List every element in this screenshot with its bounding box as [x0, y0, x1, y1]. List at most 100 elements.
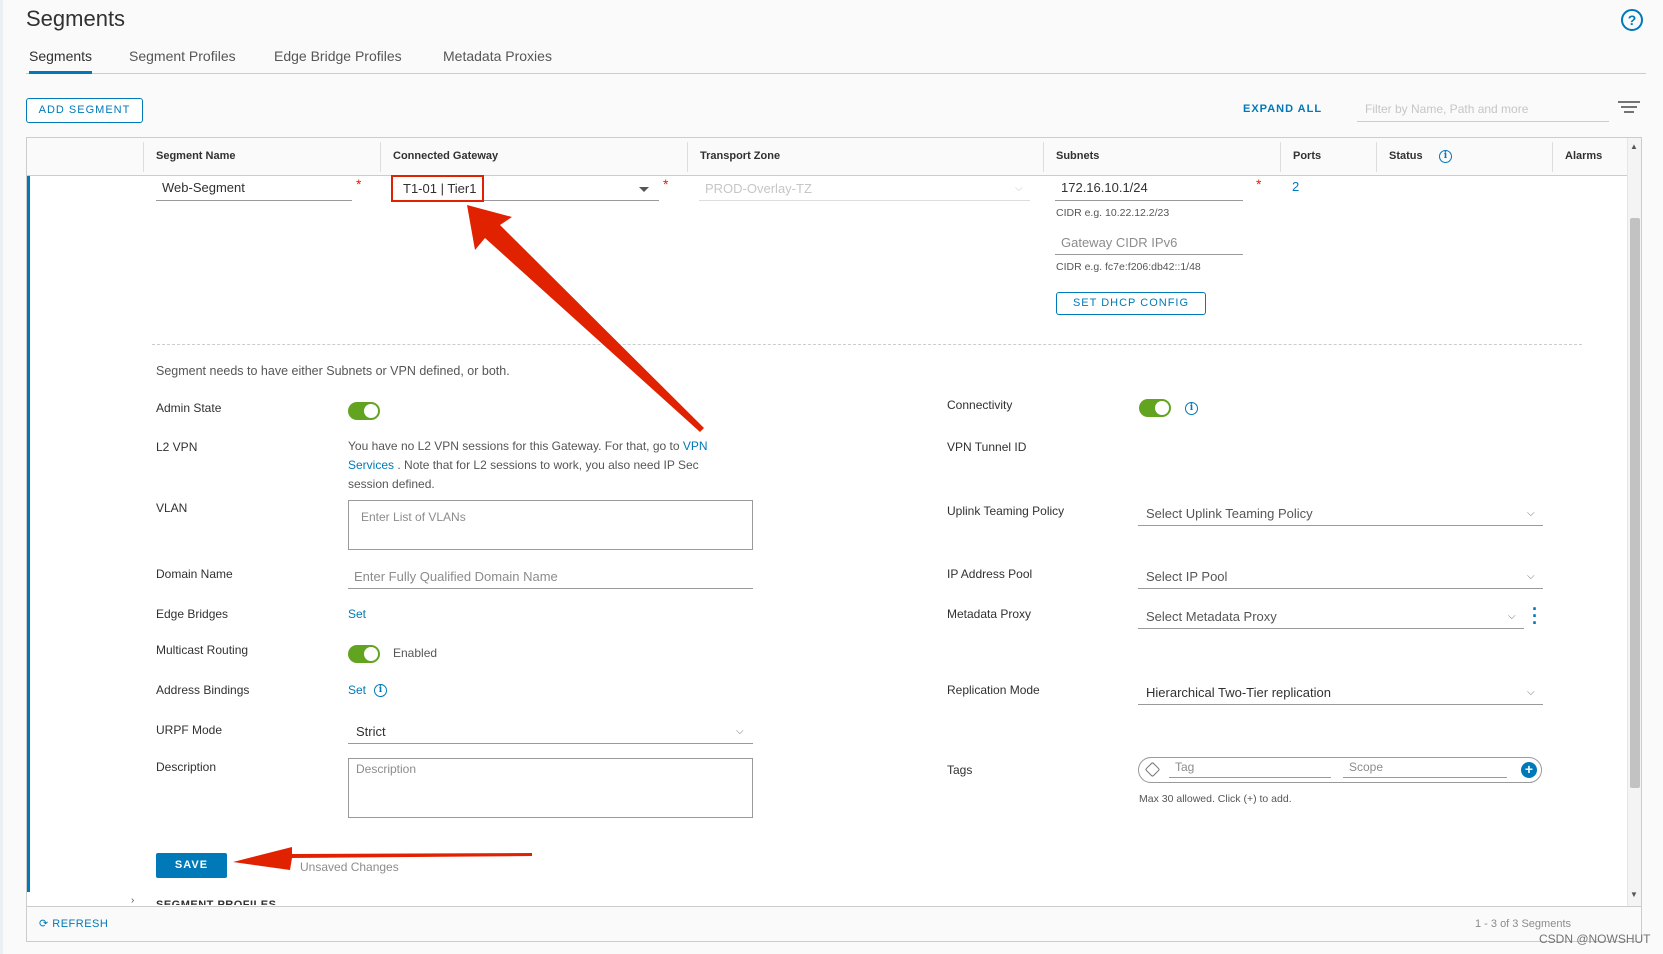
- edge-bridges-set-link[interactable]: Set: [348, 607, 366, 621]
- ip-pool-select[interactable]: Select IP Pool: [1138, 564, 1543, 589]
- metadata-proxy-label: Metadata Proxy: [947, 607, 1032, 621]
- metadata-proxy-select[interactable]: Select Metadata Proxy: [1138, 604, 1524, 629]
- scroll-thumb[interactable]: [1630, 218, 1640, 788]
- chevron-down-icon[interactable]: ⌵: [1508, 611, 1516, 622]
- pagination-text: 1 - 3 of 3 Segments: [1475, 918, 1571, 930]
- replication-mode-label: Replication Mode: [947, 683, 1040, 697]
- scroll-down-icon[interactable]: ▼: [1630, 890, 1638, 899]
- uplink-teaming-label: Uplink Teaming Policy: [947, 504, 1065, 518]
- scope-input[interactable]: Scope: [1343, 760, 1507, 778]
- unsaved-changes-text: Unsaved Changes: [300, 860, 399, 874]
- ip-address-pool-label: IP Address Pool: [947, 567, 1033, 581]
- uplink-teaming-select[interactable]: Select Uplink Teaming Policy: [1138, 501, 1543, 526]
- tab-segment-profiles[interactable]: Segment Profiles: [129, 48, 236, 74]
- description-label: Description: [156, 760, 217, 774]
- chevron-down-icon[interactable]: ⌵: [1527, 571, 1535, 582]
- vpn-tunnel-id-label: VPN Tunnel ID: [947, 440, 1027, 454]
- chevron-right-icon[interactable]: ›: [131, 895, 134, 906]
- scroll-up-icon[interactable]: ▲: [1630, 142, 1638, 151]
- connectivity-info-icon[interactable]: i: [1185, 402, 1198, 415]
- add-tag-plus-icon[interactable]: +: [1521, 762, 1537, 778]
- urpf-mode-label: URPF Mode: [156, 723, 223, 737]
- tab-bar: Segments Segment Profiles Edge Bridge Pr…: [26, 44, 1646, 74]
- column-header-alarms[interactable]: Alarms: [1565, 150, 1602, 162]
- add-segment-button[interactable]: ADD SEGMENT: [26, 98, 143, 123]
- l2vpn-text: session defined.: [348, 477, 435, 491]
- segment-profiles-section-header[interactable]: SEGMENT PROFILES: [156, 897, 276, 905]
- multicast-routing-toggle[interactable]: [348, 645, 380, 663]
- filter-icon[interactable]: [1618, 101, 1640, 115]
- section-divider: [152, 344, 1582, 345]
- ipv6-hint: CIDR e.g. fc7e:f206:db42::1/48: [1056, 261, 1201, 273]
- subnet-input[interactable]: 172.16.10.1/24: [1055, 176, 1243, 201]
- l2vpn-message: You have no L2 VPN sessions for this Gat…: [348, 437, 748, 494]
- save-button[interactable]: SAVE: [156, 853, 227, 878]
- filter-input[interactable]: [1357, 96, 1609, 122]
- multicast-status: Enabled: [393, 646, 438, 660]
- chevron-down-icon[interactable]: ⌵: [1527, 508, 1535, 519]
- chevron-down-icon[interactable]: [639, 187, 649, 192]
- admin-state-toggle[interactable]: [348, 402, 380, 420]
- tab-metadata-proxies[interactable]: Metadata Proxies: [443, 48, 552, 74]
- tag-icon: [1144, 761, 1161, 778]
- nsx-segments-page: Segments ? Segments Segment Profiles Edg…: [0, 0, 1663, 954]
- domain-name-label: Domain Name: [156, 567, 233, 581]
- tab-edge-bridge-profiles[interactable]: Edge Bridge Profiles: [274, 48, 402, 74]
- set-dhcp-config-button[interactable]: SET DHCP CONFIG: [1056, 292, 1206, 315]
- tab-segments[interactable]: Segments: [29, 48, 93, 74]
- services-link[interactable]: Services: [348, 458, 394, 472]
- chevron-down-icon[interactable]: ⌵: [1527, 687, 1535, 698]
- column-separator: [1280, 142, 1281, 172]
- l2vpn-text: . Note that for L2 sessions to work, you…: [397, 458, 699, 472]
- tags-hint: Max 30 allowed. Click (+) to add.: [1139, 793, 1292, 805]
- grid-scrollbar[interactable]: ▲ ▼: [1627, 138, 1641, 906]
- transport-zone-select: PROD-Overlay-TZ: [699, 176, 1030, 201]
- subnet-hint: CIDR e.g. 10.22.12.2/23: [1056, 207, 1170, 219]
- vpn-link[interactable]: VPN: [683, 439, 708, 453]
- required-marker: *: [356, 176, 362, 192]
- segment-name-input[interactable]: Web-Segment: [156, 176, 352, 201]
- column-header-ports[interactable]: Ports: [1293, 150, 1321, 162]
- grid-header: Segment Name Connected Gateway Transport…: [27, 138, 1627, 176]
- edge-bridges-label: Edge Bridges: [156, 607, 229, 621]
- tags-input-group: Tag Scope +: [1138, 757, 1542, 783]
- refresh-button[interactable]: ⟳ REFRESH: [39, 917, 108, 930]
- multicast-routing-label: Multicast Routing: [156, 643, 249, 657]
- connectivity-label: Connectivity: [947, 398, 1013, 412]
- left-edge: [0, 0, 3, 954]
- column-header-subnets[interactable]: Subnets: [1056, 150, 1099, 162]
- l2vpn-label: L2 VPN: [156, 440, 198, 454]
- column-separator: [1552, 142, 1553, 172]
- column-separator: [143, 142, 144, 172]
- required-marker: *: [663, 176, 669, 192]
- urpf-mode-select[interactable]: Strict: [348, 720, 753, 744]
- domain-name-input[interactable]: Enter Fully Qualified Domain Name: [348, 565, 753, 589]
- connectivity-toggle[interactable]: [1139, 399, 1171, 417]
- expand-all-button[interactable]: EXPAND ALL: [1243, 103, 1322, 115]
- address-bindings-set-link[interactable]: Set: [348, 683, 366, 697]
- vlan-label: VLAN: [156, 501, 188, 515]
- chevron-down-icon[interactable]: ⌵: [736, 726, 744, 737]
- address-bindings-info-icon[interactable]: i: [374, 684, 387, 697]
- l2vpn-text: You have no L2 VPN sessions for this Gat…: [348, 439, 680, 453]
- question-circle-icon[interactable]: ?: [1621, 9, 1643, 31]
- column-header-segment-name[interactable]: Segment Name: [156, 150, 235, 162]
- replication-mode-select[interactable]: Hierarchical Two-Tier replication: [1138, 680, 1543, 705]
- description-input[interactable]: Description: [348, 758, 753, 818]
- column-header-connected-gateway[interactable]: Connected Gateway: [393, 150, 498, 162]
- watermark-text: CSDN @NOWSHUT: [1539, 932, 1651, 946]
- more-vertical-icon[interactable]: · · ·: [1532, 600, 1538, 632]
- tag-input[interactable]: Tag: [1169, 760, 1331, 778]
- vlan-input[interactable]: Enter List of VLANs: [348, 500, 753, 550]
- page-title: Segments: [26, 6, 126, 31]
- admin-state-label: Admin State: [156, 401, 222, 415]
- column-separator: [380, 142, 381, 172]
- column-header-transport-zone[interactable]: Transport Zone: [700, 150, 780, 162]
- column-header-status[interactable]: Status: [1389, 150, 1423, 162]
- column-separator: [1043, 142, 1044, 172]
- ipv6-gateway-input[interactable]: Gateway CIDR IPv6: [1055, 230, 1243, 255]
- status-info-icon[interactable]: i: [1439, 150, 1452, 163]
- ports-count-link[interactable]: 2: [1292, 179, 1299, 194]
- subnet-vpn-notice: Segment needs to have either Subnets or …: [156, 364, 510, 378]
- expanded-row-indicator: [27, 176, 30, 892]
